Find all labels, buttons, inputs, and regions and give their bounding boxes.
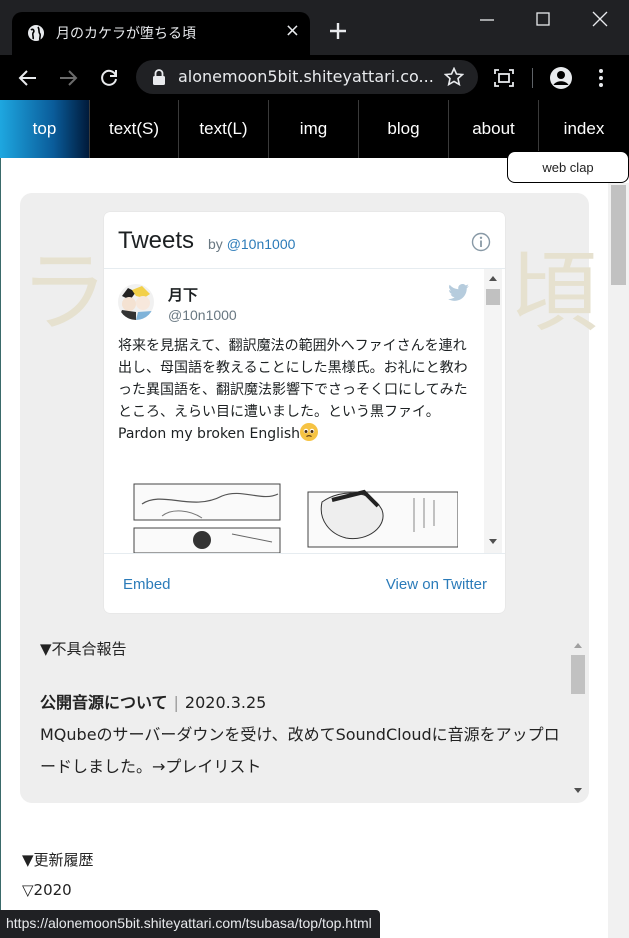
new-tab-icon[interactable] (326, 19, 350, 43)
nav-img[interactable]: img (269, 100, 359, 158)
bookmark-star-icon[interactable] (444, 67, 464, 87)
page-scrollbar[interactable] (608, 183, 629, 938)
nav-text-s[interactable]: text(S) (90, 100, 179, 158)
url-text[interactable]: alonemoon5bit.shiteyattari.co... (178, 67, 434, 86)
twitter-by-line: by @10n1000 (208, 236, 295, 252)
nav-blog[interactable]: blog (359, 100, 449, 158)
nav-text-l[interactable]: text(L) (179, 100, 269, 158)
lock-icon[interactable] (152, 69, 166, 85)
site-nav: top text(S) text(L) img blog about index (0, 100, 629, 158)
cast-media-icon[interactable] (492, 66, 516, 90)
globe-icon (28, 25, 44, 41)
nav-index[interactable]: index (539, 100, 629, 158)
news-item-body: MQubeのサーバーダウンを受け、改めてSoundCloudに音源をアップロード… (40, 725, 560, 776)
kebab-menu-icon[interactable] (589, 66, 613, 90)
bug-report-heading: ▼不具合報告 (40, 640, 127, 658)
nav-about[interactable]: about (449, 100, 539, 158)
tweet-author-name[interactable]: 月下 (168, 284, 198, 305)
tweet-list-scrollbar[interactable] (484, 269, 502, 553)
nav-top[interactable]: top (0, 100, 90, 158)
news-title-text: 公開音源について (40, 693, 168, 712)
updates-heading: ▼更新履歴 (22, 851, 94, 869)
profile-avatar-icon[interactable] (549, 66, 573, 90)
bg-glyph-right: 頃 (510, 241, 599, 344)
close-window-icon[interactable] (589, 10, 611, 30)
tweet-username[interactable]: @10n1000 (168, 307, 237, 323)
view-on-twitter-link[interactable]: View on Twitter (386, 576, 487, 593)
pleading-face-emoji-icon (300, 423, 319, 441)
bg-glyph-left: ラ (20, 241, 109, 344)
twitter-bird-icon[interactable] (448, 284, 470, 302)
tweet-list[interactable]: 月下 @10n1000 将来を見据えて、翻訳魔法の範囲外へファイさんを連れ出し、… (104, 269, 505, 553)
news-scrollbar[interactable] (569, 638, 587, 803)
twitter-by-label: by (208, 236, 223, 252)
status-bar-url: https://alonemoon5bit.shiteyattari.com/t… (0, 910, 380, 938)
twitter-timeline: Tweets by @10n1000 月下 @10n1000 将来を見据えて、翻… (104, 212, 505, 613)
back-arrow-icon[interactable] (16, 66, 40, 90)
toolbar-divider (532, 68, 533, 88)
tweet-avatar[interactable] (118, 284, 154, 320)
tab-title: 月のカケラが堕ちる頃 (56, 26, 196, 42)
tweet-text: 将来を見据えて、翻訳魔法の範囲外へファイさんを連れ出し、母国語を教えることにした… (118, 335, 468, 445)
news-separator: | (173, 693, 179, 712)
twitter-header: Tweets by @10n1000 (104, 212, 505, 269)
maximize-icon[interactable] (532, 10, 554, 30)
tweet-media-image[interactable] (132, 482, 458, 553)
reload-icon[interactable] (97, 66, 121, 90)
twitter-handle-link[interactable]: @10n1000 (227, 236, 296, 252)
embed-link[interactable]: Embed (123, 576, 171, 593)
tweet-text-content: 将来を見据えて、翻訳魔法の範囲外へファイさんを連れ出し、母国語を教えることにした… (118, 338, 468, 442)
minimize-icon[interactable] (476, 10, 498, 30)
updates-year[interactable]: ▽2020 (22, 881, 72, 899)
browser-tab[interactable]: 月のカケラが堕ちる頃 × (12, 12, 310, 55)
info-icon[interactable] (471, 232, 491, 252)
tab-close-icon[interactable]: × (285, 20, 300, 41)
news-date: 2020.3.25 (184, 693, 267, 712)
news-item-title: 公開音源について | 2020.3.25 (40, 689, 266, 713)
address-bar[interactable]: alonemoon5bit.shiteyattari.co... (136, 60, 478, 94)
page-border (0, 158, 1, 918)
twitter-title: Tweets (118, 227, 195, 254)
page-scrollbar-thumb[interactable] (611, 185, 626, 285)
twitter-footer: Embed View on Twitter (104, 553, 505, 613)
browser-titlebar: 月のカケラが堕ちる頃 × (0, 0, 629, 55)
browser-toolbar: alonemoon5bit.shiteyattari.co... (0, 55, 629, 100)
web-clap-button[interactable]: web clap (507, 151, 629, 183)
forward-arrow-icon[interactable] (56, 66, 80, 90)
